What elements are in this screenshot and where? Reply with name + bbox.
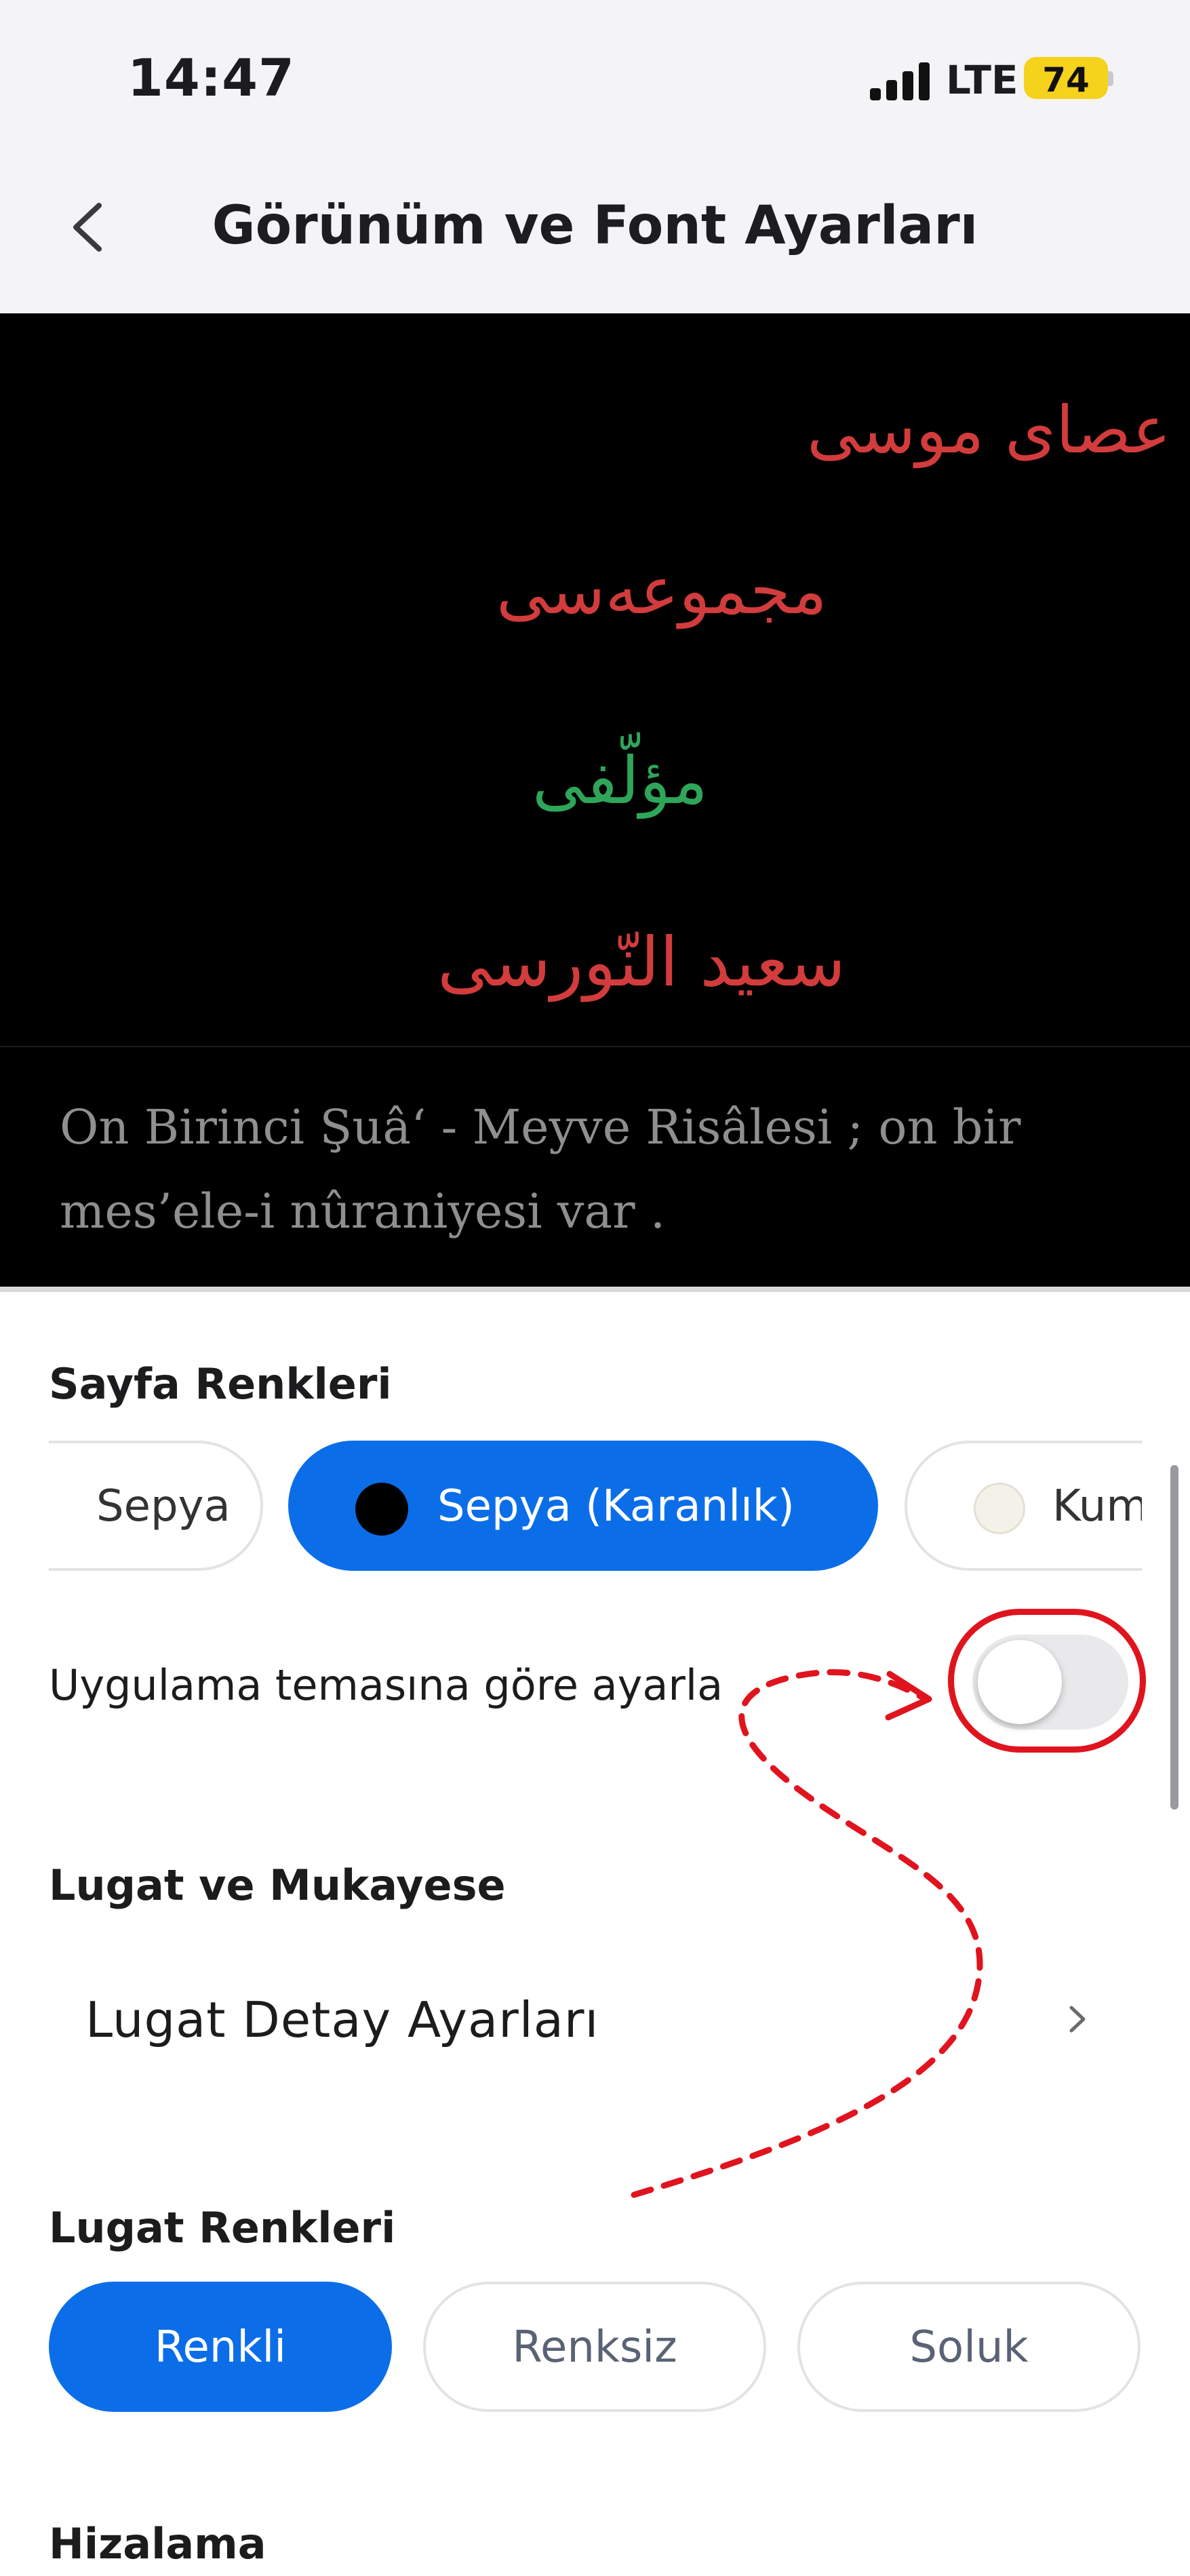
page-color-option-kum[interactable]: Kum: [905, 1441, 1142, 1571]
preview-text: On Birinci Şuâ‘ - Meyve Risâlesi ; on bi…: [60, 1099, 1021, 1239]
chevron-left-icon: [73, 203, 102, 252]
page-color-label: Kum: [1052, 1481, 1142, 1531]
battery-level: 74: [1042, 60, 1090, 100]
page-color-option-sepya[interactable]: Sepya: [49, 1441, 263, 1571]
annotation-circle: [948, 1609, 1146, 1753]
battery-tip: [1108, 71, 1113, 86]
preview-bottom-edge: [0, 1287, 1190, 1292]
page-color-options[interactable]: Sepya Sepya (Karanlık) Kum: [49, 1437, 1142, 1579]
page-color-label: Sepya (Karanlık): [437, 1481, 795, 1531]
page-color-label: Sepya: [96, 1481, 231, 1531]
preview-arabic-line: مؤلّفى: [532, 743, 708, 819]
dictionary-color-option-soluk[interactable]: Soluk: [797, 2282, 1141, 2412]
page-color-option-sepya-dark[interactable]: Sepya (Karanlık): [288, 1441, 878, 1571]
section-title-page-colors: Sayfa Renkleri: [49, 1359, 392, 1409]
dictionary-detail-settings-row[interactable]: Lugat Detay Ayarları: [49, 1960, 1142, 2075]
preview-arabic-line: مجموعەسى: [496, 553, 827, 629]
dictionary-detail-settings-label: Lugat Detay Ayarları: [85, 1991, 599, 2048]
section-title-dictionary: Lugat ve Mukayese: [49, 1860, 506, 1910]
battery-icon: 74: [1024, 57, 1108, 100]
preview-arabic-line: سعيد النّورسى: [437, 922, 846, 1002]
section-title-alignment: Hizalama: [49, 2519, 266, 2569]
theme-toggle-label: Uygulama temasına göre ayarla: [49, 1660, 723, 1710]
network-label: LTE: [946, 57, 1018, 103]
color-swatch-black: [355, 1483, 408, 1536]
dictionary-color-label: Renksiz: [512, 2322, 677, 2373]
preview-arabic-line: عصاى موسى: [807, 392, 1171, 468]
scrollbar[interactable]: [1170, 1465, 1178, 1810]
dictionary-color-label: Soluk: [909, 2322, 1029, 2373]
status-time: 14:47: [127, 47, 295, 108]
back-button[interactable]: [60, 193, 114, 261]
section-title-dictionary-colors: Lugat Renkleri: [49, 2203, 396, 2252]
signal-icon: [870, 62, 931, 100]
preview-divider: [0, 1046, 1190, 1047]
dictionary-color-option-renkli[interactable]: Renkli: [49, 2282, 392, 2412]
annotation-arrowhead: [885, 1671, 932, 1721]
dictionary-color-option-renksiz[interactable]: Renksiz: [423, 2282, 766, 2412]
page-title: Görünüm ve Font Ayarları: [212, 195, 978, 256]
color-swatch-cream: [974, 1483, 1025, 1534]
dictionary-color-label: Renkli: [154, 2322, 287, 2373]
chevron-right-icon: [1069, 2006, 1086, 2033]
annotation-arrow-path: [631, 1668, 983, 2198]
